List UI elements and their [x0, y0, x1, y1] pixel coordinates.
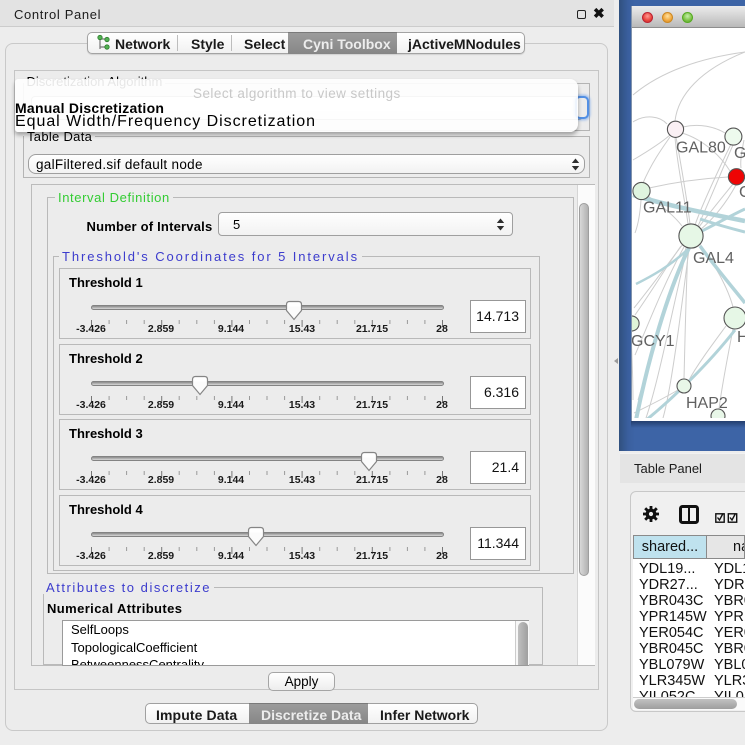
svg-text:GAL11: GAL11 — [643, 200, 692, 217]
svg-text:H: H — [737, 329, 745, 346]
svg-text:G.: G. — [734, 145, 745, 162]
svg-text:C: C — [739, 184, 745, 201]
svg-text:GAL80: GAL80 — [676, 140, 726, 157]
svg-text:GAL4: GAL4 — [693, 250, 734, 267]
svg-text:GCY1: GCY1 — [632, 333, 675, 350]
svg-text:HAP2: HAP2 — [686, 395, 728, 412]
